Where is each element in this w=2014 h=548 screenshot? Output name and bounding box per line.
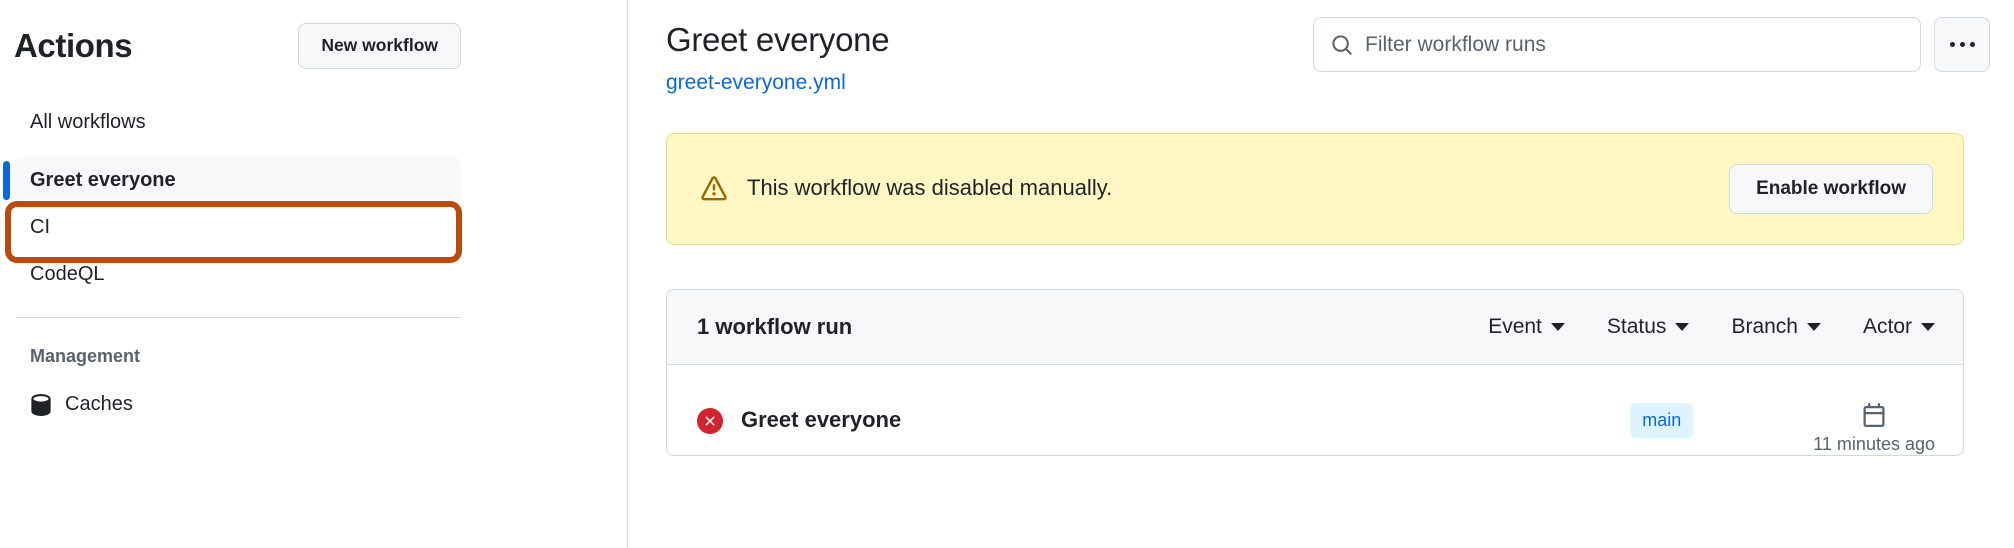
management-heading: Management	[30, 346, 141, 366]
sidebar-item-caches[interactable]: Caches	[14, 385, 627, 424]
filter-label: Status	[1606, 314, 1667, 338]
sidebar-header: Actions New workflow	[14, 18, 627, 74]
table-row[interactable]: Greet everyone main 11 minutes ago	[667, 365, 1963, 455]
sidebar-item-codeql[interactable]: CodeQL	[14, 251, 461, 298]
main-header: Greet everyone greet-everyone.yml	[666, 14, 1990, 95]
workflow-disabled-banner: This workflow was disabled manually. Ena…	[666, 132, 1964, 245]
filter-status-dropdown[interactable]: Status	[1607, 315, 1690, 339]
workflow-title-block: Greet everyone greet-everyone.yml	[666, 14, 890, 95]
actions-page: Actions New workflow All workflows Greet…	[0, 0, 2014, 548]
search-input[interactable]	[1365, 32, 1903, 57]
chevron-down-icon	[1550, 322, 1565, 331]
chevron-down-icon	[1921, 322, 1935, 331]
new-workflow-button[interactable]: New workflow	[298, 23, 461, 69]
filter-event-dropdown[interactable]: Event	[1488, 315, 1565, 339]
sidebar: Actions New workflow All workflows Greet…	[0, 0, 628, 548]
banner-message-group: This workflow was disabled manually.	[701, 173, 1112, 204]
alert-triangle-icon	[701, 175, 727, 202]
sidebar-divider	[16, 317, 461, 318]
management-list: Caches	[14, 385, 627, 424]
filter-label: Event	[1488, 314, 1542, 338]
search-icon	[1331, 34, 1353, 56]
list-spacer	[14, 146, 461, 157]
run-identity: Greet everyone	[697, 406, 901, 435]
more-options-button[interactable]	[1934, 17, 1990, 72]
workflow-runs-panel: 1 workflow run Event Status Branch Actor…	[666, 288, 1964, 456]
sidebar-item-greet-everyone[interactable]: Greet everyone	[3, 157, 461, 204]
workflow-run-count: 1 workflow run	[697, 313, 853, 339]
database-icon	[30, 393, 52, 416]
sidebar-item-ci[interactable]: CI	[14, 204, 461, 251]
run-name[interactable]: Greet everyone	[741, 406, 901, 435]
chevron-down-icon	[1806, 322, 1821, 331]
header-controls	[1313, 14, 1990, 72]
status-badge[interactable]: main	[1630, 402, 1694, 438]
workflow-file-link[interactable]: greet-everyone.yml	[666, 71, 846, 95]
filter-label: Branch	[1731, 314, 1798, 338]
sidebar-item-all-workflows[interactable]: All workflows	[14, 99, 461, 146]
workflow-list: All workflows Greet everyone CI CodeQL	[3, 99, 627, 298]
calendar-icon	[1862, 402, 1886, 427]
kebab-horizontal-icon	[1949, 42, 1975, 47]
workflow-title: Greet everyone	[666, 21, 890, 58]
sidebar-item-label: Caches	[65, 393, 133, 416]
main-content: Greet everyone greet-everyone.yml Filter…	[628, 0, 2014, 548]
run-time-text: 11 minutes ago	[1813, 433, 1935, 454]
enable-workflow-button[interactable]: Enable workflow	[1729, 163, 1933, 214]
run-meta: main 11 minutes ago	[1630, 387, 1935, 455]
filter-label: Actor	[1862, 314, 1912, 338]
run-timestamp: 11 minutes ago	[1813, 402, 1935, 455]
filter-branch-dropdown[interactable]: Branch	[1731, 315, 1821, 339]
filter-actor-dropdown[interactable]: Actor	[1863, 315, 1935, 339]
chevron-down-icon	[1675, 322, 1690, 331]
filter-workflow-runs-box[interactable]	[1313, 17, 1921, 72]
workflow-runs-header: 1 workflow run Event Status Branch Actor	[667, 289, 1963, 365]
failure-x-icon	[697, 407, 723, 434]
runs-filter-group: Event Status Branch Actor	[1488, 315, 1935, 339]
banner-text: This workflow was disabled manually.	[747, 175, 1113, 201]
page-title: Actions	[14, 26, 133, 64]
